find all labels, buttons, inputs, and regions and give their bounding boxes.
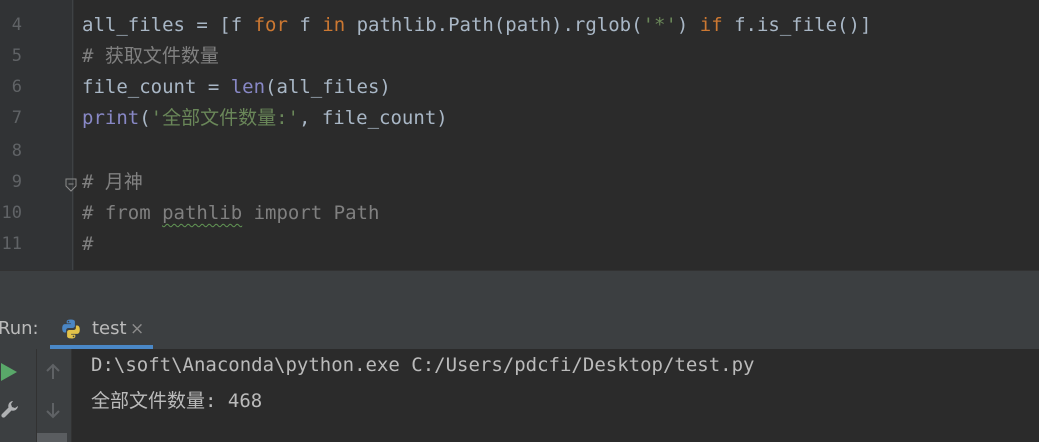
comment-text: # 获取文件数量 xyxy=(82,45,219,67)
string-literal: '全部文件数量:' xyxy=(150,107,299,129)
code-line-6[interactable]: file_count = len(all_files) xyxy=(82,72,391,103)
run-tab-label: test xyxy=(92,318,127,339)
line-number: 9 xyxy=(11,172,22,192)
code-line-4[interactable]: all_files = [f for f in pathlib.Path(pat… xyxy=(82,10,871,41)
console-line: D:\soft\Anaconda\python.exe C:/Users/pdc… xyxy=(91,354,755,376)
code-editor[interactable]: 4 5 6 7 8 9 10 11 all_files = [f for f i… xyxy=(0,0,1039,270)
code-line-11[interactable]: # xyxy=(82,229,93,260)
comment-text: # 月神 xyxy=(82,171,143,193)
panel-splitter[interactable] xyxy=(0,270,1039,310)
code-text: ) xyxy=(676,14,700,36)
arrow-up-icon[interactable] xyxy=(44,363,62,381)
keyword-if: if xyxy=(699,14,723,36)
builtin-print: print xyxy=(82,107,140,129)
comment-text: import Path xyxy=(242,202,380,224)
console-line: 全部文件数量: 468 xyxy=(91,390,263,412)
line-number: 8 xyxy=(11,141,22,161)
keyword-in: in xyxy=(322,14,346,36)
line-number: 6 xyxy=(11,77,22,97)
code-text: (all_files) xyxy=(265,76,391,98)
line-number: 7 xyxy=(11,108,22,128)
code-text: all_files = [f xyxy=(82,14,254,36)
line-number: 11 xyxy=(1,234,22,254)
builtin-len: len xyxy=(230,76,266,98)
code-line-5[interactable]: # 获取文件数量 xyxy=(82,41,219,72)
code-text: , file_count) xyxy=(298,107,448,129)
code-text: file_count = xyxy=(82,76,231,98)
code-line-9[interactable]: # 月神 xyxy=(82,167,143,198)
fold-icon[interactable] xyxy=(65,178,77,192)
run-toolbar-secondary xyxy=(37,349,72,442)
run-toolbar-primary xyxy=(0,349,37,442)
code-text: pathlib.Path(path).rglob( xyxy=(345,14,643,36)
line-number: 10 xyxy=(1,203,22,223)
string-literal: '*' xyxy=(642,14,677,36)
code-text: ( xyxy=(139,107,151,129)
close-icon[interactable]: × xyxy=(130,319,144,339)
comment-text: # xyxy=(82,233,94,255)
code-line-7[interactable]: print('全部文件数量:', file_count) xyxy=(82,103,448,134)
code-line-10[interactable]: # from pathlib import Path xyxy=(82,198,379,229)
run-icon[interactable] xyxy=(0,362,18,382)
line-number: 4 xyxy=(11,15,22,35)
code-text: f.is_file()] xyxy=(722,14,872,36)
run-panel-header xyxy=(0,309,1039,349)
line-number: 5 xyxy=(11,46,22,66)
arrow-down-icon[interactable] xyxy=(44,401,62,419)
spelling-warning: pathlib xyxy=(162,202,243,224)
keyword-for: for xyxy=(253,14,288,36)
wrench-icon[interactable] xyxy=(0,399,20,419)
comment-text: # from xyxy=(82,202,163,224)
gutter-divider xyxy=(72,0,73,270)
python-icon xyxy=(62,319,80,339)
toolbar-button-partial[interactable] xyxy=(37,433,67,442)
line-number-gutter: 4 5 6 7 8 9 10 11 xyxy=(0,0,74,270)
run-panel-label: Run: xyxy=(0,318,39,339)
code-text: f xyxy=(287,14,323,36)
